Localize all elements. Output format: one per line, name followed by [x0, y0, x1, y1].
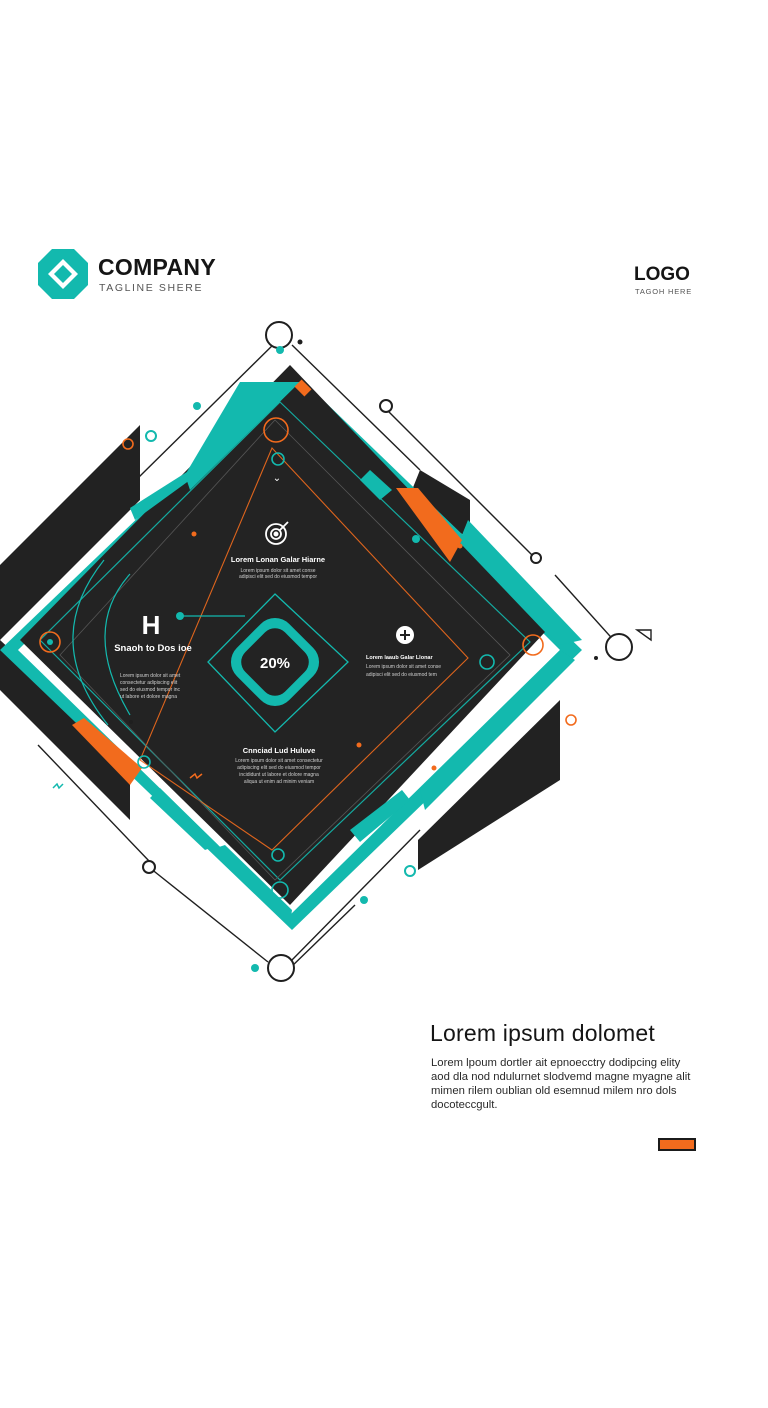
- left-block-title: Snaoh to Dos ioe: [114, 643, 192, 654]
- bottom-block-line: Lorem ipsum dolor sit amet consectetur: [235, 758, 323, 764]
- triangle-outline-icon: [634, 629, 652, 642]
- left-block-line: sed do eiusmod tempor inc: [120, 687, 181, 693]
- main-heading: Lorem ipsum dolomet: [430, 1020, 655, 1046]
- chevron-down-icon: ⌄: [273, 473, 281, 484]
- bottom-block-line: aliqua ut enim ad minim veniam: [244, 779, 314, 785]
- logo-tagline: TAGOH HERE: [635, 287, 693, 296]
- right-block-line: Lorem ipsum dolor sit amet conse: [366, 664, 441, 670]
- left-block-line: consectetur adipiscing elit: [120, 680, 178, 686]
- bottom-block-line: incididunt ut labore et dolore magna: [239, 772, 319, 778]
- bottom-block-title: Cnnciad Lud Huluve: [243, 746, 316, 755]
- center-value: 20%: [260, 655, 290, 672]
- top-block-line: adipisci elit sed do eiusmod tempor: [239, 574, 317, 580]
- company-name: COMPANY: [98, 254, 216, 280]
- diamond-infographic: 20% ⌄ Lorem Lonan Galar Hiarne Lorem ips…: [0, 321, 652, 982]
- right-block-line: adipisci elit sed do eiusmod tem: [366, 672, 437, 678]
- company-tagline: TAGLINE SHERE: [99, 282, 204, 294]
- left-block-line: ut labore et dolore magna: [120, 694, 177, 700]
- logo-text: LOGO: [634, 264, 690, 285]
- orange-ring-icon: [565, 714, 577, 726]
- main-body: Lorem lpoum dortler ait epnoecctry dodip…: [431, 1057, 691, 1111]
- right-block-title: Lorem laaub Galar Llonar: [366, 655, 433, 661]
- company-logo-icon: [38, 249, 88, 299]
- orange-accent-bar: [658, 1138, 696, 1151]
- bottom-block-line: adipiscing elit sed do eiusmod tempor: [237, 765, 321, 771]
- top-block-title: Lorem Lonan Galar Hiarne: [231, 555, 325, 564]
- left-block-letter: H: [142, 610, 161, 640]
- left-block-line: Lorem ipsum dolor sit amet: [120, 673, 181, 679]
- teal-squiggle-icon: [52, 782, 64, 790]
